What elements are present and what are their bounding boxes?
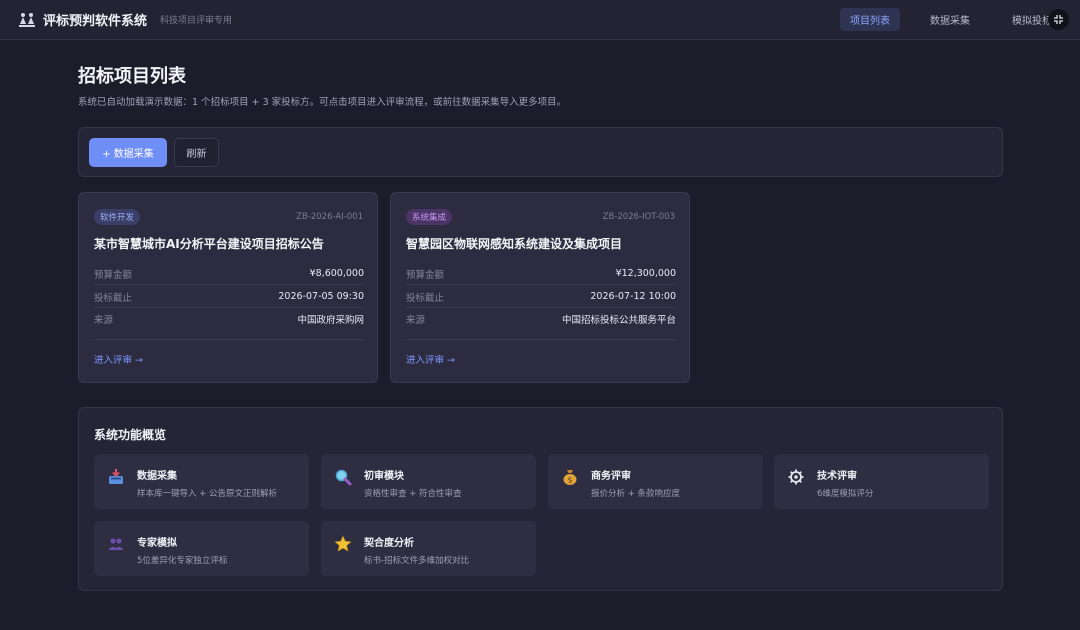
source-row: 来源 中国招标投标公共服务平台 (406, 308, 676, 330)
feature-description: 标书-招标文件多维加权对比 (364, 556, 470, 566)
field-label: 预算金额 (94, 269, 133, 281)
features-title: 系统功能概览 (94, 428, 167, 442)
field-label: 投标截止 (406, 292, 445, 304)
field-label: 来源 (406, 315, 426, 326)
money-bag-icon: $ (560, 467, 580, 487)
page-title: 招标项目列表 (78, 66, 186, 87)
data-collection-button[interactable]: + 数据采集 (89, 138, 167, 167)
project-title: 某市智慧城市AI分析平台建设项目招标公告 (94, 237, 324, 251)
feature-description: 资格性审查 + 符合性审查 (364, 489, 462, 499)
field-value: ¥12,300,000 (615, 268, 676, 279)
field-label: 投标截止 (94, 292, 133, 304)
inbox-tray-icon (106, 467, 126, 487)
field-label: 来源 (94, 315, 114, 326)
project-title: 智慧园区物联网感知系统建设及集成项目 (406, 237, 623, 251)
field-label: 预算金额 (406, 269, 445, 281)
divider (406, 339, 676, 340)
feature-name: 初审模块 (364, 471, 404, 482)
nav-data-collection[interactable]: 数据采集 (920, 8, 980, 31)
features-panel: 系统功能概览 数据采集 样本库一键导入 + 公告原文正则解析 初审模块 资格性审… (78, 407, 1003, 591)
field-value: ¥8,600,000 (309, 268, 364, 279)
feature-name: 商务评审 (591, 471, 631, 482)
feature-name: 契合度分析 (364, 538, 414, 549)
field-value: 中国招标投标公共服务平台 (561, 315, 676, 326)
brand: 评标预判软件系统 科技项目评审专用 (18, 10, 232, 29)
project-code: ZB-2026-AI-001 (296, 212, 363, 222)
feature-description: 6维度模拟评分 (817, 489, 874, 499)
feature-name: 数据采集 (137, 471, 177, 482)
feature-technical-review[interactable]: 技术评审 6维度模拟评分 (774, 454, 989, 509)
refresh-button[interactable]: 刷新 (174, 138, 219, 167)
deadline-row: 投标截止 2026-07-12 10:00 (406, 286, 676, 308)
feature-data-collection[interactable]: 数据采集 样本库一键导入 + 公告原文正则解析 (94, 454, 309, 509)
field-value: 2026-07-05 09:30 (278, 291, 364, 302)
feature-expert-simulation[interactable]: 专家模拟 5位差异化专家独立评标 (94, 521, 309, 576)
feature-name: 专家模拟 (137, 538, 177, 549)
feature-business-review[interactable]: $ 商务评审 报价分析 + 条款响应度 (548, 454, 763, 509)
project-code: ZB-2026-IOT-003 (602, 212, 675, 222)
category-tag: 软件开发 (94, 209, 141, 225)
deadline-row: 投标截止 2026-07-05 09:30 (94, 286, 364, 308)
enter-review-link[interactable]: 进入评审 → (406, 352, 455, 366)
scale-logo-icon (18, 12, 36, 28)
project-card[interactable]: 软件开发 ZB-2026-AI-001 某市智慧城市AI分析平台建设项目招标公告… (78, 192, 378, 383)
feature-description: 样本库一键导入 + 公告原文正则解析 (137, 489, 278, 499)
magnifier-icon (333, 467, 353, 487)
nav-project-list[interactable]: 项目列表 (840, 8, 900, 31)
feature-preliminary-review[interactable]: 初审模块 资格性审查 + 符合性审查 (321, 454, 536, 509)
app-title: 评标预判软件系统 (43, 14, 148, 29)
source-row: 来源 中国政府采购网 (94, 308, 364, 330)
toolbar: + 数据采集 刷新 (78, 127, 1003, 177)
app-subtitle: 科技项目评审专用 (160, 16, 233, 26)
feature-fit-analysis[interactable]: 契合度分析 标书-招标文件多维加权对比 (321, 521, 536, 576)
field-value: 2026-07-12 10:00 (590, 291, 676, 302)
svg-text:$: $ (567, 476, 572, 485)
project-card[interactable]: 系统集成 ZB-2026-IOT-003 智慧园区物联网感知系统建设及集成项目 … (390, 192, 690, 383)
page-description: 系统已自动加载演示数据：1 个招标项目 + 3 家投标方。可点击项目进入评审流程… (78, 97, 567, 108)
feature-description: 报价分析 + 条款响应度 (591, 489, 681, 499)
feature-description: 5位差异化专家独立评标 (137, 556, 228, 566)
feature-name: 技术评审 (817, 471, 857, 482)
fullscreen-exit-icon[interactable] (1048, 9, 1069, 30)
experts-icon (106, 534, 126, 554)
star-icon (333, 534, 353, 554)
divider (94, 339, 364, 340)
budget-row: 预算金额 ¥8,600,000 (94, 263, 364, 285)
top-bar: 评标预判软件系统 科技项目评审专用 项目列表 数据采集 模拟投标 (0, 0, 1080, 40)
category-tag: 系统集成 (406, 209, 453, 225)
enter-review-link[interactable]: 进入评审 → (94, 352, 143, 366)
budget-row: 预算金额 ¥12,300,000 (406, 263, 676, 285)
field-value: 中国政府采购网 (297, 315, 364, 326)
gear-icon (786, 467, 806, 487)
